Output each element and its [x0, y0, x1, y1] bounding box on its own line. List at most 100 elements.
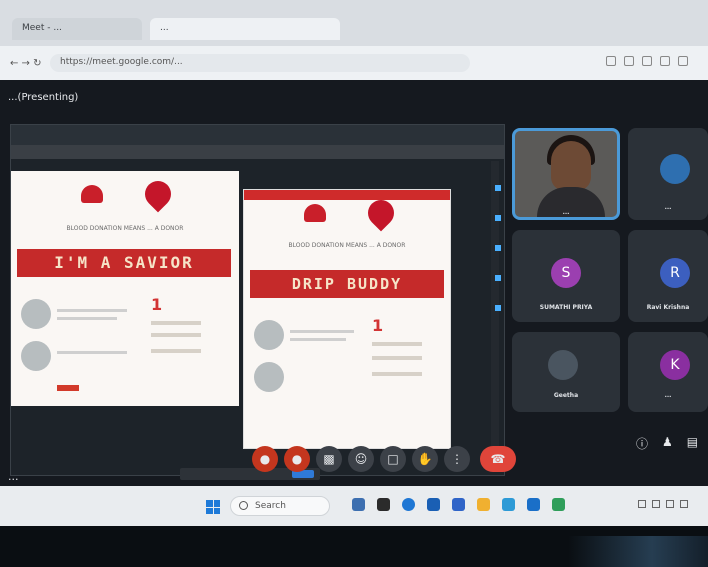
participant-name: ... — [562, 209, 570, 216]
rank-marker: 1 — [151, 295, 163, 314]
address-bar-row: ← → ↻ https://meet.google.com/... — [0, 46, 708, 80]
edge-icon[interactable] — [502, 498, 515, 511]
tool-icon — [495, 245, 501, 251]
people-icon[interactable]: ♟ — [662, 435, 673, 452]
tray-icon[interactable] — [638, 500, 646, 508]
address-bar[interactable]: https://meet.google.com/... — [50, 54, 470, 72]
end-call-button[interactable]: ☎ — [480, 446, 516, 472]
file-explorer-icon[interactable] — [477, 498, 490, 511]
app-icon[interactable] — [527, 498, 540, 511]
checklist-line — [372, 342, 422, 346]
meeting-code: ... — [8, 470, 19, 483]
participant-tile[interactable]: K ... — [628, 332, 708, 412]
tool-icon — [495, 275, 501, 281]
tray-icon[interactable] — [680, 500, 688, 508]
chrome-icon[interactable] — [402, 498, 415, 511]
screen-glare — [568, 536, 708, 567]
slide-top-bar — [244, 190, 450, 200]
checklist-line — [372, 372, 422, 376]
shared-screen: BLOOD DONATION MEANS ... A DONOR I'M A S… — [10, 124, 505, 476]
shared-app-titlebar — [11, 125, 504, 145]
avatar: K — [660, 350, 690, 380]
raise-hand-button[interactable]: ✋ — [412, 446, 438, 472]
participant-face — [551, 141, 591, 191]
participant-tile[interactable]: ... — [628, 128, 708, 220]
meet-title: ...(Presenting) — [8, 92, 79, 103]
text-line — [57, 317, 117, 320]
shared-app-toolbar — [11, 145, 504, 159]
widgets-icon[interactable] — [377, 498, 390, 511]
slide-card-savior: BLOOD DONATION MEANS ... A DONOR I'M A S… — [11, 171, 239, 406]
participant-tile[interactable]: S SUMATHI PRIYA — [512, 230, 620, 322]
avatar — [660, 154, 690, 184]
search-label: Search — [255, 501, 286, 511]
avatar — [254, 362, 284, 392]
participant-name: SUMATHI PRIYA — [539, 304, 593, 311]
avatar — [21, 299, 51, 329]
participant-name: ... — [664, 204, 672, 211]
meet-right-controls: ⓘ ♟ ▤ — [636, 435, 698, 452]
rank-marker: 1 — [372, 316, 384, 335]
browser-tab-bar: Meet - ... ... — [0, 0, 708, 46]
tray-icon[interactable] — [666, 500, 674, 508]
tray-icon[interactable] — [652, 500, 660, 508]
checklist-line — [151, 333, 201, 337]
nav-arrows-icon[interactable]: ← → ↻ — [10, 58, 42, 69]
app-icon[interactable] — [552, 498, 565, 511]
checklist-line — [372, 356, 422, 360]
checklist-line — [151, 321, 201, 325]
avatar: S — [551, 258, 581, 288]
taskbar-search[interactable]: Search — [230, 496, 330, 516]
store-icon[interactable] — [427, 498, 440, 511]
browser-tab-active[interactable]: ... — [150, 18, 340, 40]
meet-control-bar: ... ● ● ▩ ☺ □ ✋ ⋮ ☎ — [0, 446, 708, 483]
more-options-button[interactable]: ⋮ — [444, 446, 470, 472]
browser-toolbar — [606, 56, 688, 66]
browser-tab[interactable]: Meet - ... — [12, 18, 142, 40]
shared-scrollbar — [491, 161, 499, 461]
tool-icon — [495, 185, 501, 191]
slide-button — [57, 385, 79, 391]
avatar: R — [660, 258, 690, 288]
info-icon[interactable]: ⓘ — [636, 435, 648, 452]
slide-tagline: BLOOD DONATION MEANS ... A DONOR — [66, 225, 184, 232]
system-tray — [638, 500, 688, 508]
participant-tile[interactable]: R Ravi Krishna — [628, 230, 708, 322]
emoji-button[interactable]: ☺ — [348, 446, 374, 472]
slide-banner: DRIP BUDDY — [250, 270, 444, 298]
slide-banner: I'M A SAVIOR — [17, 249, 231, 277]
captions-button[interactable]: ▩ — [316, 446, 342, 472]
avatar — [254, 320, 284, 350]
participant-name: ... — [664, 392, 672, 399]
blood-drop-logo-icon — [362, 194, 400, 232]
extension-icon[interactable] — [606, 56, 616, 66]
slide-tagline: BLOOD DONATION MEANS ... A DONOR — [288, 242, 406, 249]
slide-card-drip-buddy: BLOOD DONATION MEANS ... A DONOR DRIP BU… — [243, 189, 451, 449]
avatar — [548, 350, 578, 380]
task-view-icon[interactable] — [352, 498, 365, 511]
meet-window: ...(Presenting) BLOOD DONATION MEANS ...… — [0, 80, 708, 486]
extension-icon[interactable] — [624, 56, 634, 66]
heart-logo-icon — [304, 204, 326, 222]
checklist-line — [151, 349, 201, 353]
participant-name: Ravi Krishna — [646, 304, 690, 311]
windows-start-icon[interactable] — [206, 500, 220, 514]
text-line — [290, 330, 354, 333]
camera-off-button[interactable]: ● — [284, 446, 310, 472]
present-button[interactable]: □ — [380, 446, 406, 472]
participant-tile[interactable]: Geetha — [512, 332, 620, 412]
mail-icon[interactable] — [452, 498, 465, 511]
mic-off-button[interactable]: ● — [252, 446, 278, 472]
extension-icon[interactable] — [660, 56, 670, 66]
text-line — [57, 309, 127, 312]
tool-icon — [495, 305, 501, 311]
taskbar-apps — [352, 498, 565, 511]
chat-icon[interactable]: ▤ — [687, 435, 698, 452]
windows-taskbar: Search — [0, 486, 708, 526]
participant-tile-speaking[interactable]: ... — [512, 128, 620, 220]
blood-drop-logo-icon — [139, 175, 177, 213]
extension-icon[interactable] — [642, 56, 652, 66]
heart-logo-icon — [81, 185, 103, 203]
text-line — [290, 338, 346, 341]
menu-icon[interactable] — [678, 56, 688, 66]
